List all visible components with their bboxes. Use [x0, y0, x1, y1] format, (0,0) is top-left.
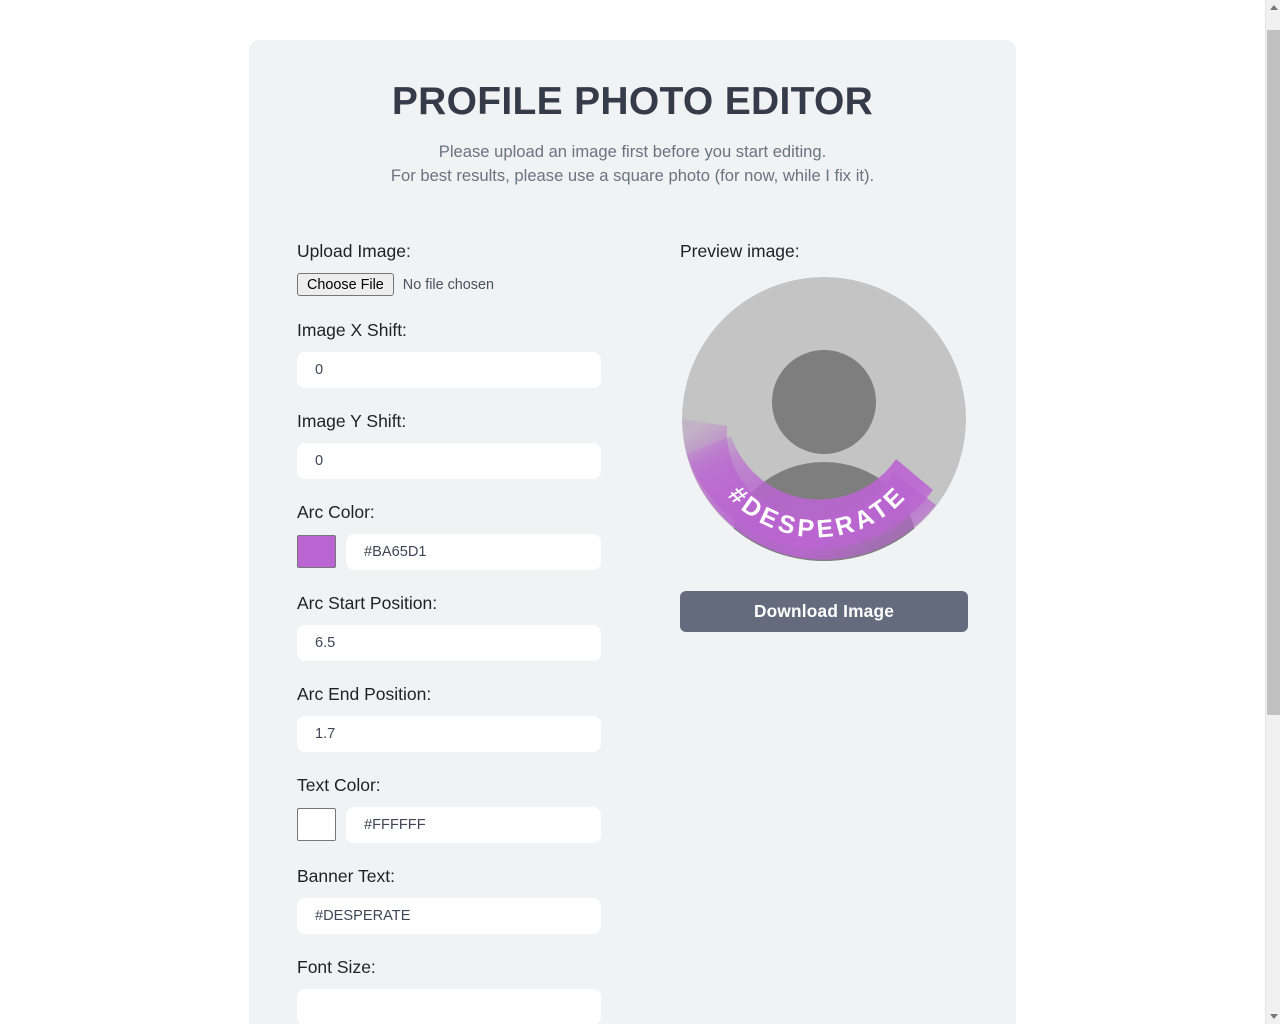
page-subtitle: Please upload an image first before you …	[380, 140, 885, 188]
field-upload-image: Upload Image: Choose File No file chosen	[297, 240, 649, 297]
text-color-hex-input[interactable]	[346, 806, 601, 843]
field-arc-start-position: Arc Start Position:	[297, 592, 649, 661]
controls-column: Upload Image: Choose File No file chosen…	[297, 240, 649, 1024]
preview-image-label: Preview image:	[680, 240, 800, 261]
field-arc-color: Arc Color:	[297, 501, 649, 570]
scroll-down-arrow-icon[interactable]	[1266, 1009, 1280, 1024]
editor-card: PROFILE PHOTO EDITOR Please upload an im…	[249, 40, 1016, 1024]
vertical-scrollbar[interactable]	[1265, 0, 1280, 1024]
page-title: PROFILE PHOTO EDITOR	[391, 80, 874, 123]
arc-end-position-label: Arc End Position:	[297, 683, 432, 704]
download-image-button[interactable]: Download Image	[680, 590, 968, 632]
editor-body: Upload Image: Choose File No file chosen…	[297, 240, 968, 1024]
image-y-shift-input[interactable]	[297, 442, 601, 479]
file-status-text: No file chosen	[402, 276, 494, 293]
field-image-x-shift: Image X Shift:	[297, 319, 649, 388]
banner-text-input[interactable]	[297, 897, 601, 934]
arc-color-swatch[interactable]	[297, 535, 336, 569]
scroll-up-arrow-icon[interactable]	[1266, 0, 1280, 15]
field-arc-end-position: Arc End Position:	[297, 683, 649, 752]
scrollbar-thumb[interactable]	[1267, 30, 1280, 715]
arc-start-position-input[interactable]	[297, 624, 601, 661]
file-input-row[interactable]: Choose File No file chosen	[297, 273, 649, 297]
arc-start-position-label: Arc Start Position:	[297, 592, 438, 613]
arc-color-row	[297, 533, 649, 570]
choose-file-button[interactable]: Choose File	[297, 273, 394, 297]
subtitle-line-2: For best results, please use a square ph…	[390, 165, 875, 185]
field-image-y-shift: Image Y Shift:	[297, 410, 649, 479]
image-x-shift-label: Image X Shift:	[297, 319, 407, 340]
arc-color-hex-input[interactable]	[346, 533, 601, 570]
arc-color-label: Arc Color:	[297, 501, 375, 522]
banner-text-label: Banner Text:	[297, 865, 395, 886]
upload-image-label: Upload Image:	[297, 240, 411, 261]
field-font-size: Font Size:	[297, 956, 649, 1024]
preview-image: #DESPERATE	[681, 276, 967, 562]
arc-end-position-input[interactable]	[297, 715, 601, 752]
subtitle-line-1: Please upload an image first before you …	[438, 141, 827, 161]
image-x-shift-input[interactable]	[297, 351, 601, 388]
font-size-label: Font Size:	[297, 956, 376, 977]
text-color-row	[297, 806, 649, 843]
image-y-shift-label: Image Y Shift:	[297, 410, 407, 431]
browser-viewport: PROFILE PHOTO EDITOR Please upload an im…	[0, 0, 1280, 1024]
text-color-swatch[interactable]	[297, 808, 336, 842]
avatar-preview-canvas: #DESPERATE	[682, 276, 966, 561]
text-color-label: Text Color:	[297, 774, 381, 795]
font-size-input[interactable]	[297, 988, 601, 1024]
preview-column: Preview image: #DESPERATE Download Image	[649, 240, 968, 632]
field-banner-text: Banner Text:	[297, 865, 649, 934]
field-text-color: Text Color:	[297, 774, 649, 843]
